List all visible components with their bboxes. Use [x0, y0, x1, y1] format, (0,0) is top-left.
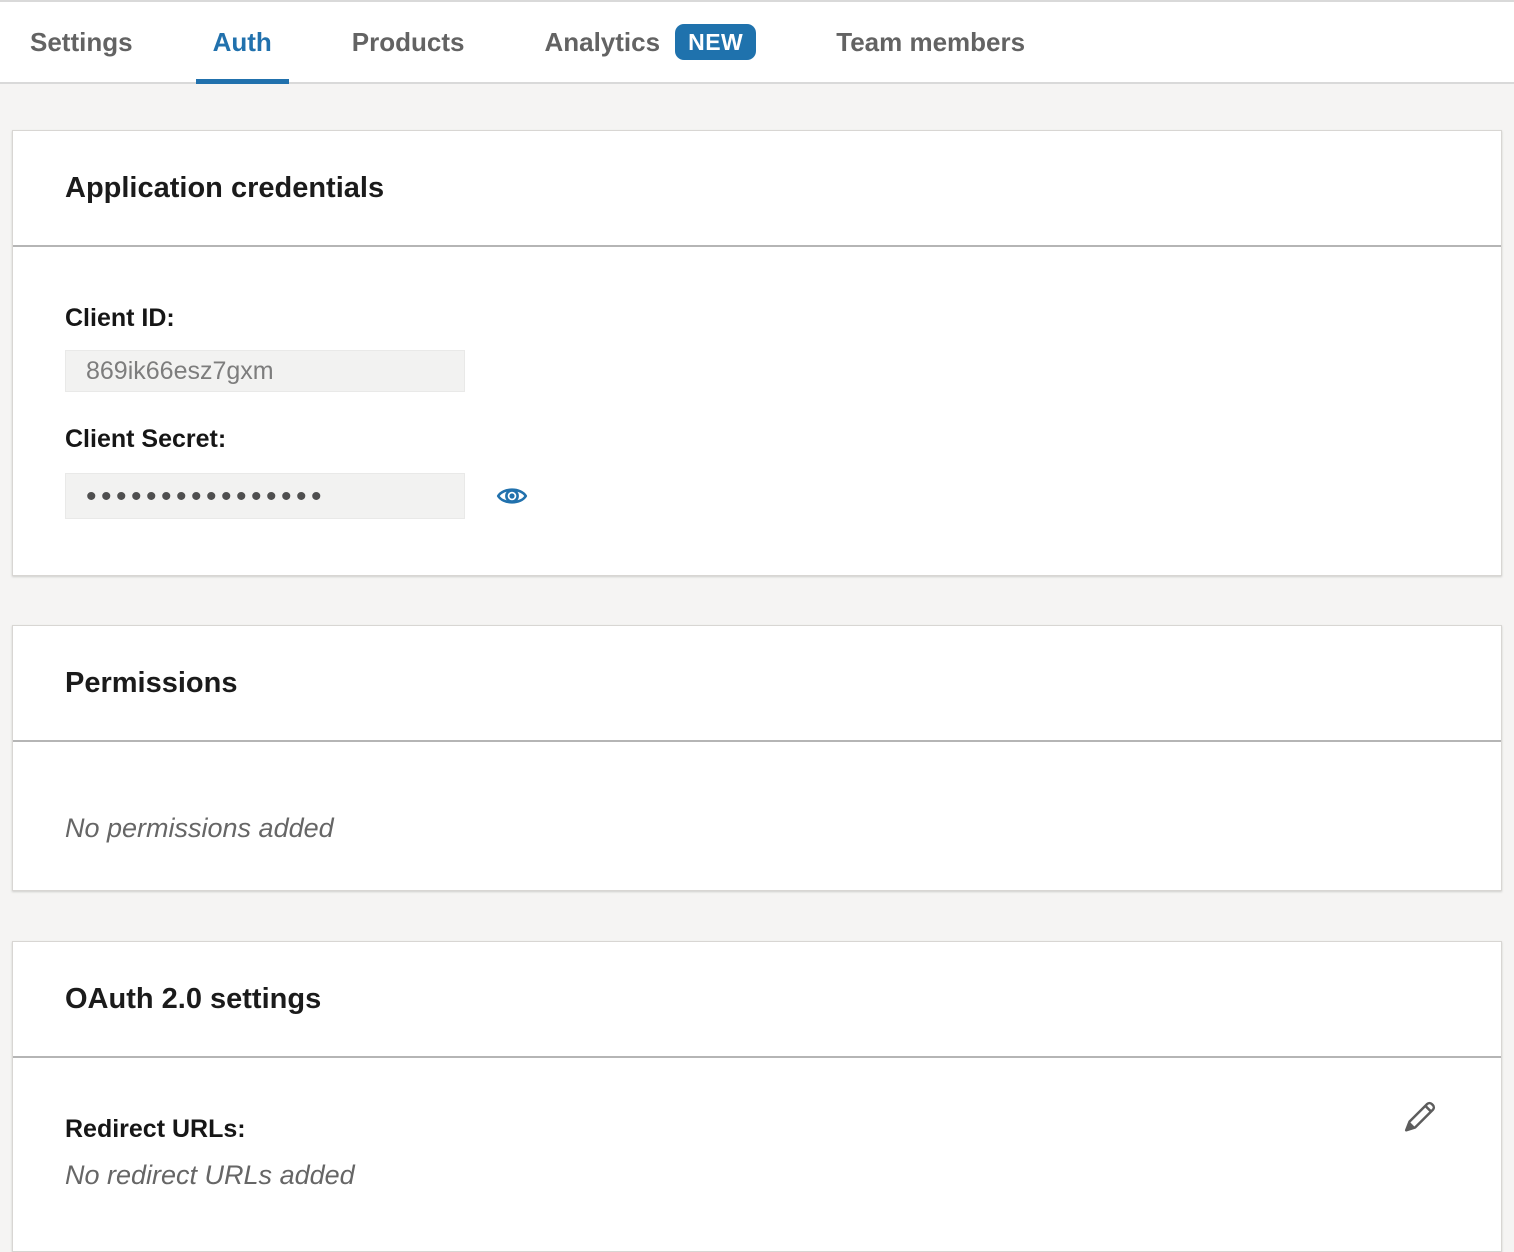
tab-settings[interactable]: Settings	[30, 2, 133, 82]
tab-team-members[interactable]: Team members	[836, 2, 1025, 82]
tab-auth[interactable]: Auth	[213, 2, 272, 82]
client-secret-label: Client Secret:	[65, 426, 1449, 452]
oauth-settings-title: OAuth 2.0 settings	[13, 942, 1501, 1058]
permissions-title: Permissions	[13, 626, 1501, 742]
client-id-label: Client ID:	[65, 305, 1449, 331]
oauth-settings-card: OAuth 2.0 settings Redirect URLs: No red…	[12, 941, 1502, 1252]
tab-analytics[interactable]: Analytics NEW	[544, 2, 756, 82]
tab-bar: Settings Auth Products Analytics NEW Tea…	[0, 0, 1514, 84]
edit-redirect-urls-button[interactable]	[1399, 1094, 1441, 1136]
tab-products-label: Products	[352, 27, 465, 58]
no-permissions-text: No permissions added	[65, 813, 1449, 844]
application-credentials-title: Application credentials	[13, 131, 1501, 247]
tab-auth-label: Auth	[213, 27, 272, 58]
permissions-body: No permissions added	[13, 742, 1501, 890]
client-secret-field[interactable]: ••••••••••••••••	[65, 473, 465, 519]
new-badge: NEW	[675, 24, 756, 60]
client-secret-masked-value: ••••••••••••••••	[86, 482, 326, 512]
tab-analytics-label: Analytics	[544, 27, 660, 58]
eye-icon	[496, 480, 528, 512]
oauth-settings-body: Redirect URLs: No redirect URLs added	[13, 1058, 1501, 1251]
no-redirect-urls-text: No redirect URLs added	[65, 1160, 1449, 1191]
pencil-icon	[1399, 1094, 1441, 1136]
tab-products[interactable]: Products	[352, 2, 465, 82]
client-id-value: 869ik66esz7gxm	[86, 357, 274, 386]
client-secret-row: ••••••••••••••••	[65, 473, 1449, 519]
tab-team-members-label: Team members	[836, 27, 1025, 58]
client-id-field[interactable]: 869ik66esz7gxm	[65, 350, 465, 392]
tab-settings-label: Settings	[30, 27, 133, 58]
reveal-secret-button[interactable]	[496, 480, 528, 512]
permissions-card: Permissions No permissions added	[12, 625, 1502, 891]
application-credentials-body: Client ID: 869ik66esz7gxm Client Secret:…	[13, 247, 1501, 575]
redirect-urls-label: Redirect URLs:	[65, 1116, 1449, 1142]
application-credentials-card: Application credentials Client ID: 869ik…	[12, 130, 1502, 576]
main-content: Application credentials Client ID: 869ik…	[0, 84, 1514, 1252]
